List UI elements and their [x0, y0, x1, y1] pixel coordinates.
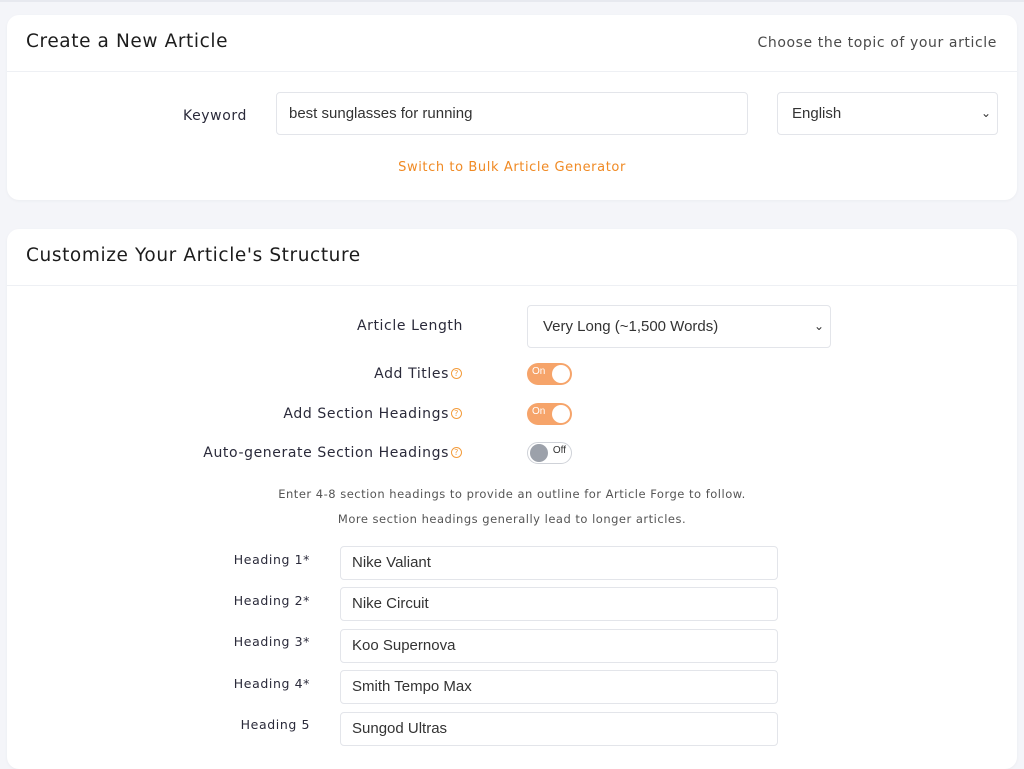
- question-circle-icon[interactable]: ?: [451, 368, 462, 379]
- heading-2-label: Heading 2*: [233, 593, 310, 608]
- add-section-headings-toggle[interactable]: On: [527, 403, 572, 425]
- question-circle-icon[interactable]: ?: [451, 408, 462, 419]
- create-article-header: Create a New Article Choose the topic of…: [7, 15, 1017, 72]
- language-select[interactable]: English ⌄: [777, 92, 998, 135]
- add-section-headings-row-label: Add Section Headings?: [207, 406, 462, 422]
- structure-card: Customize Your Article's Structure Artic…: [7, 229, 1017, 769]
- heading-4-label: Heading 4*: [233, 676, 310, 691]
- keyword-label: Keyword: [183, 108, 247, 124]
- heading-2-input[interactable]: Nike Circuit: [340, 587, 778, 621]
- heading-3-label: Heading 3*: [233, 634, 310, 649]
- structure-header: Customize Your Article's Structure: [7, 229, 1017, 286]
- structure-title: Customize Your Article's Structure: [26, 245, 361, 266]
- heading-1-value: Nike Valiant: [352, 554, 431, 571]
- heading-5-input[interactable]: Sungod Ultras: [340, 712, 778, 746]
- add-titles-label: Add Titles: [374, 366, 449, 382]
- heading-4-input[interactable]: Smith Tempo Max: [340, 670, 778, 704]
- chevron-down-icon: ⌄: [980, 106, 991, 120]
- help-text-line-2: More section headings generally lead to …: [337, 512, 687, 526]
- heading-4-value: Smith Tempo Max: [352, 678, 472, 695]
- heading-1-input[interactable]: Nike Valiant: [340, 546, 778, 580]
- language-selected-value: English: [792, 105, 842, 122]
- heading-3-input[interactable]: Koo Supernova: [340, 629, 778, 663]
- toggle-knob: [530, 444, 548, 462]
- heading-2-value: Nike Circuit: [352, 595, 429, 612]
- auto-generate-label: Auto-generate Section Headings: [203, 445, 449, 461]
- auto-generate-state: Off: [552, 445, 566, 456]
- heading-3-value: Koo Supernova: [352, 637, 456, 654]
- auto-generate-toggle[interactable]: Off: [527, 442, 572, 464]
- page-title: Create a New Article: [26, 31, 229, 52]
- auto-generate-row-label: Auto-generate Section Headings?: [137, 445, 462, 461]
- article-length-label: Article Length: [356, 318, 463, 334]
- add-section-headings-state: On: [532, 406, 546, 417]
- help-text-line-1: Enter 4-8 section headings to provide an…: [278, 487, 746, 501]
- question-circle-icon[interactable]: ?: [451, 447, 462, 458]
- create-article-subtitle: Choose the topic of your article: [757, 35, 997, 51]
- keyword-input[interactable]: best sunglasses for running: [276, 92, 748, 135]
- top-divider: [0, 0, 1024, 2]
- add-titles-row-label: Add Titles?: [257, 366, 462, 382]
- bulk-generator-link[interactable]: Switch to Bulk Article Generator: [7, 160, 1017, 175]
- heading-1-label: Heading 1*: [233, 552, 310, 567]
- add-titles-state: On: [532, 366, 546, 377]
- toggle-knob: [552, 405, 570, 423]
- keyword-value: best sunglasses for running: [289, 105, 473, 122]
- article-length-select[interactable]: Very Long (~1,500 Words) ⌄: [527, 305, 831, 348]
- add-titles-toggle[interactable]: On: [527, 363, 572, 385]
- create-article-card: Create a New Article Choose the topic of…: [7, 15, 1017, 200]
- article-length-selected-value: Very Long (~1,500 Words): [543, 318, 719, 335]
- bulk-generator-link-text[interactable]: Switch to Bulk Article Generator: [398, 160, 626, 175]
- toggle-knob: [552, 365, 570, 383]
- heading-5-value: Sungod Ultras: [352, 720, 448, 737]
- add-section-headings-label: Add Section Headings: [283, 406, 449, 422]
- chevron-down-icon: ⌄: [813, 319, 824, 333]
- heading-5-label: Heading 5: [240, 717, 310, 732]
